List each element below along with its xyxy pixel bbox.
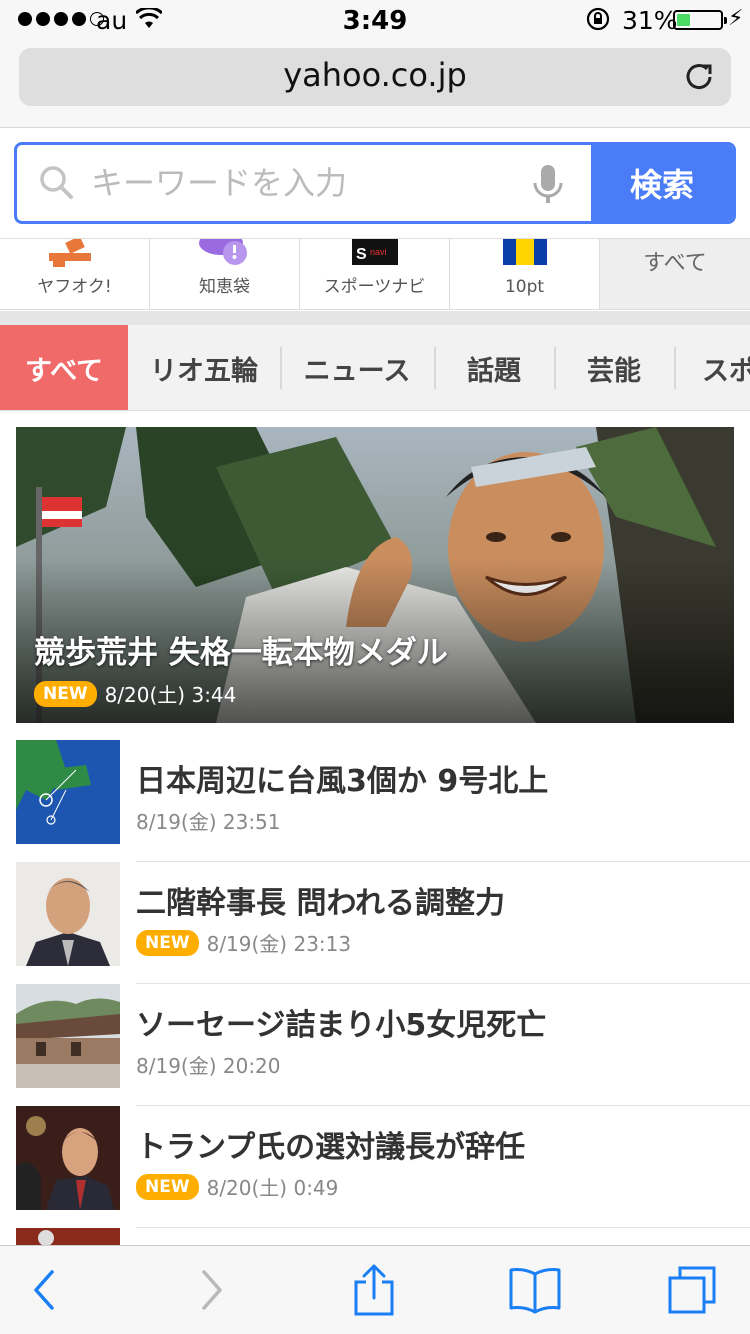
service-label: 知恵袋 [199, 277, 250, 297]
charging-icon: ⚡ [728, 6, 744, 31]
new-badge: NEW [34, 680, 97, 707]
rotation-lock-icon [586, 7, 610, 31]
auction-hammer-icon [48, 239, 91, 267]
news-item[interactable]: トランプ氏の選対議長が辞任 NEW 8/20(土) 0:49 [16, 1106, 750, 1228]
tab-entertainment[interactable]: 芸能 [554, 325, 674, 410]
news-headline: 日本周辺に台風3個か 9号北上 [136, 764, 549, 799]
news-meta: 8/19(金) 20:20 [136, 1050, 281, 1079]
chiebukuro-icon [198, 239, 247, 265]
news-item[interactable]: 二階幹事長 問われる調整力 NEW 8/19(金) 23:13 [16, 862, 750, 984]
battery-icon [673, 10, 727, 30]
new-badge: NEW [136, 929, 199, 956]
browser-toolbar [0, 1245, 750, 1334]
news-date: 8/19(金) 23:13 [206, 932, 352, 956]
service-label: 10pt [504, 277, 545, 297]
partial-thumbnail [16, 1228, 120, 1245]
back-icon[interactable] [30, 1268, 58, 1312]
search-button[interactable]: 検索 [591, 145, 733, 221]
url-text: yahoo.co.jp [283, 56, 467, 94]
service-label: ヤフオク! [37, 277, 112, 297]
news-date: 8/20(土) 0:49 [206, 1176, 339, 1200]
browser-chrome: au 3:49 31% ⚡ yahoo.co.jp [0, 0, 750, 128]
politician-portrait-thumbnail [16, 862, 120, 966]
news-headline: トランプ氏の選対議長が辞任 [136, 1130, 526, 1165]
news-date: 8/19(金) 23:51 [136, 810, 281, 834]
service-chiebukuro[interactable]: 知恵袋 [150, 239, 300, 309]
svg-text:S: S [356, 246, 367, 263]
top-story-date: 8/20(土) 3:44 [104, 683, 237, 707]
tab-sports[interactable]: スポ [674, 325, 750, 410]
service-tpoint[interactable]: 10pt [450, 239, 600, 309]
new-badge: NEW [136, 1173, 199, 1200]
tab-news[interactable]: ニュース [280, 325, 434, 410]
service-auction[interactable]: ヤフオク! [0, 239, 150, 309]
tab-topics[interactable]: 話題 [434, 325, 554, 410]
battery-percent: 31% [622, 6, 678, 35]
news-headline: 二階幹事長 問われる調整力 [136, 886, 505, 921]
share-icon[interactable] [352, 1262, 396, 1318]
news-item-partial[interactable] [16, 1228, 750, 1245]
news-item[interactable]: 日本周辺に台風3個か 9号北上 8/19(金) 23:51 [16, 740, 750, 862]
microphone-icon[interactable] [531, 163, 565, 207]
top-story[interactable]: 競歩荒井 失格一転本物メダル NEW 8/20(土) 3:44 [16, 427, 734, 723]
tab-all[interactable]: すべて [0, 325, 128, 410]
tpoint-icon [502, 239, 547, 265]
tab-rio-olympics[interactable]: リオ五輪 [128, 325, 280, 410]
address-bar[interactable]: yahoo.co.jp [19, 48, 731, 106]
sportsnavi-icon: S navi [351, 239, 398, 265]
service-all[interactable]: すべて [600, 239, 750, 309]
reload-icon[interactable] [683, 60, 715, 92]
service-sportsnavi[interactable]: S navi スポーツナビ [300, 239, 450, 309]
search-input[interactable] [91, 145, 521, 221]
top-story-meta: NEW 8/20(土) 3:44 [34, 679, 236, 708]
news-headline: ソーセージ詰まり小5女児死亡 [136, 1008, 547, 1043]
status-bar: au 3:49 31% ⚡ [0, 0, 750, 40]
svg-text:navi: navi [370, 247, 387, 257]
news-item[interactable]: ソーセージ詰まり小5女児死亡 8/19(金) 20:20 [16, 984, 750, 1106]
search-icon [40, 166, 73, 199]
typhoon-map-thumbnail [16, 740, 120, 844]
section-divider [0, 311, 750, 325]
news-date: 8/19(金) 20:20 [136, 1054, 281, 1078]
news-meta: NEW 8/20(土) 0:49 [136, 1172, 338, 1201]
campaign-chairman-thumbnail [16, 1106, 120, 1210]
service-shortcuts: ヤフオク! 知恵袋 S navi スポーツナビ 10pt すべて [0, 238, 750, 310]
building-photo-thumbnail [16, 984, 120, 1088]
service-label: すべて [643, 251, 707, 276]
search-box: 検索 [14, 142, 736, 224]
news-meta: NEW 8/19(金) 23:13 [136, 928, 351, 957]
tabs-icon[interactable] [666, 1264, 718, 1316]
forward-icon[interactable] [198, 1268, 226, 1312]
service-label: スポーツナビ [323, 277, 426, 297]
category-tabs: すべて リオ五輪 ニュース 話題 芸能 スポ [0, 325, 750, 411]
top-story-title: 競歩荒井 失格一転本物メダル [34, 635, 448, 671]
news-meta: 8/19(金) 23:51 [136, 806, 281, 835]
bookmarks-icon[interactable] [508, 1266, 562, 1314]
